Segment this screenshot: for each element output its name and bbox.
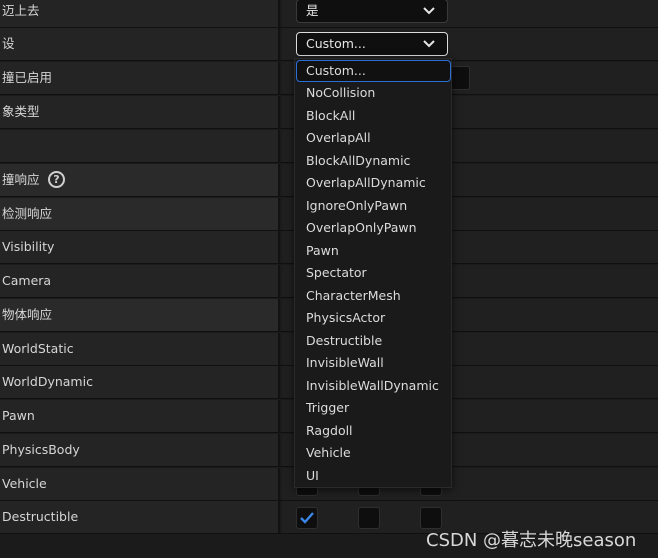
dropdown-option-destructible[interactable]: Destructible	[296, 330, 451, 352]
property-label: 撞已启用	[2, 70, 53, 85]
chevron-down-icon	[423, 40, 435, 48]
property-label: 迈上去	[2, 3, 40, 18]
property-label: 设	[2, 36, 15, 51]
dropdown-option-overlapall[interactable]: OverlapAll	[296, 127, 451, 149]
chevron-down-icon	[423, 7, 435, 15]
dropdown-option-vehicle[interactable]: Vehicle	[296, 442, 451, 464]
dropdown-option-ui[interactable]: UI	[296, 465, 451, 487]
dropdown-option-trigger[interactable]: Trigger	[296, 397, 451, 419]
property-label: Vehicle	[2, 476, 47, 491]
property-label: Camera	[2, 273, 52, 288]
step-up-combo[interactable]: 是	[296, 0, 448, 23]
property-label: Visibility	[2, 239, 55, 254]
collision-preset-dropdown: Custom... NoCollision BlockAll OverlapAl…	[294, 58, 452, 488]
dropdown-option-physicsactor[interactable]: PhysicsActor	[296, 307, 451, 329]
property-label: PhysicsBody	[2, 442, 80, 457]
property-row-step-up: 迈上去 是	[0, 0, 658, 28]
watermark: CSDN @暮志未晚season	[426, 530, 637, 551]
dropdown-option-custom[interactable]: Custom...	[296, 60, 451, 82]
collision-preset-combo[interactable]: Custom...	[296, 32, 448, 56]
dropdown-option-invisiblewalldynamic[interactable]: InvisibleWallDynamic	[296, 375, 451, 397]
help-icon[interactable]: ?	[48, 171, 65, 188]
dropdown-option-spectator[interactable]: Spectator	[296, 262, 451, 284]
destructible-overlap-checkbox[interactable]	[358, 507, 380, 529]
dropdown-option-nocollision[interactable]: NoCollision	[296, 82, 451, 104]
destructible-ignore-checkbox[interactable]	[296, 507, 318, 529]
combo-value: 是	[306, 3, 319, 18]
property-label: WorldStatic	[2, 341, 74, 356]
property-label: 物体响应	[2, 307, 53, 322]
dropdown-option-ragdoll[interactable]: Ragdoll	[296, 420, 451, 442]
dropdown-option-invisiblewall[interactable]: InvisibleWall	[296, 352, 451, 374]
property-row-preset: 设 Custom...	[0, 28, 658, 61]
dropdown-option-blockall[interactable]: BlockAll	[296, 105, 451, 127]
dropdown-option-pawn[interactable]: Pawn	[296, 240, 451, 262]
combo-value: Custom...	[306, 36, 366, 51]
dropdown-option-ignoreonlypawn[interactable]: IgnoreOnlyPawn	[296, 195, 451, 217]
collision-enabled-combo-edge[interactable]	[450, 66, 470, 90]
dropdown-option-charactermesh[interactable]: CharacterMesh	[296, 285, 451, 307]
checkmark-icon	[300, 512, 314, 524]
property-label: 撞响应	[2, 172, 40, 187]
property-label: 检测响应	[2, 206, 53, 221]
property-label: Destructible	[2, 509, 79, 524]
dropdown-option-blockalldynamic[interactable]: BlockAllDynamic	[296, 150, 451, 172]
property-label: 象类型	[2, 104, 40, 119]
dropdown-option-overlaponlypawn[interactable]: OverlapOnlyPawn	[296, 217, 451, 239]
property-label: WorldDynamic	[2, 374, 93, 389]
property-label: Pawn	[2, 408, 35, 423]
dropdown-option-overlapalldynamic[interactable]: OverlapAllDynamic	[296, 172, 451, 194]
